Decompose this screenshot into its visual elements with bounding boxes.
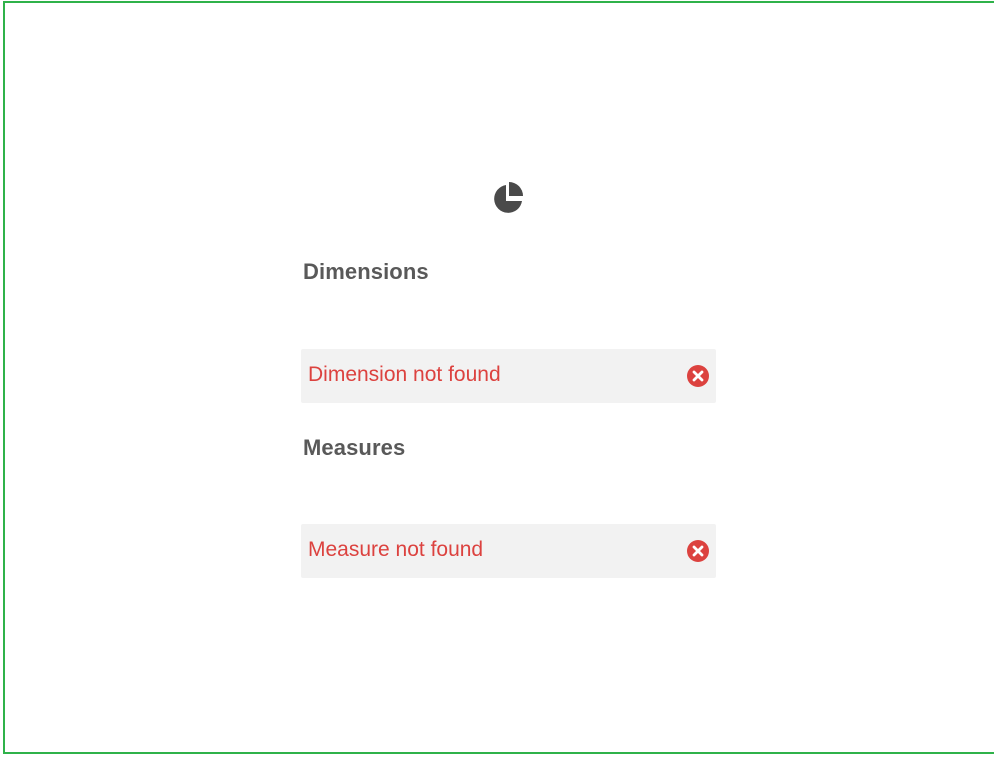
measure-row[interactable]: Measure not found (301, 524, 716, 578)
chart-placeholder-panel: Dimensions Dimension not found Measures … (3, 1, 994, 754)
measures-heading: Measures (303, 435, 406, 460)
error-circle-x-icon[interactable] (687, 540, 709, 562)
dimension-error-label: Dimension not found (308, 363, 501, 386)
measure-error-label: Measure not found (308, 538, 484, 561)
dimension-row[interactable]: Dimension not found (301, 349, 716, 403)
pie-chart-icon (494, 182, 523, 213)
dimensions-heading: Dimensions (303, 259, 429, 284)
error-circle-x-icon[interactable] (687, 365, 709, 387)
